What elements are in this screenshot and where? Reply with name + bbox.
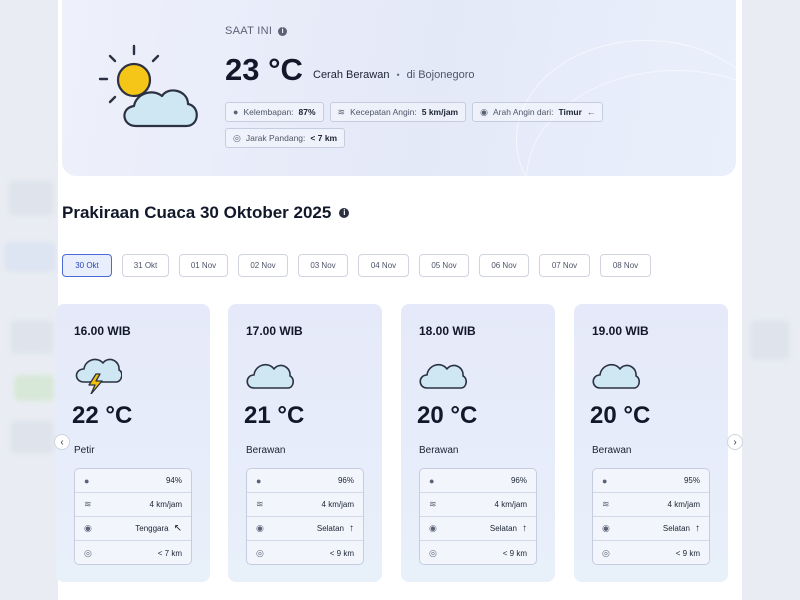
hour-temperature: 22 °C: [72, 402, 133, 429]
wind-icon: ≋: [602, 499, 610, 509]
cloud-icon: [417, 352, 467, 399]
hourly-card: 17.00 WIB 21 °C Berawan ● 96% ≋ 4 km/jam ◉…: [228, 304, 382, 582]
current-temperature: 23 °C: [225, 52, 303, 87]
current-weather-card: SAAT INI i 23 °C Cerah Berawan • di Bojo…: [62, 0, 736, 176]
location-text: di Bojonegoro: [406, 69, 475, 81]
hour-label: 19.00 WIB: [592, 324, 649, 338]
wind-icon: ≋: [429, 499, 437, 509]
wind-arrow-icon: ↑: [349, 523, 354, 534]
compass-icon: ◉: [480, 106, 488, 117]
hour-condition: Petir: [74, 445, 95, 456]
tab-date[interactable]: 03 Nov: [298, 254, 348, 277]
hourly-card: 18.00 WIB 20 °C Berawan ● 96% ≋ 4 km/jam ◉…: [401, 304, 555, 582]
eye-icon: ◎: [256, 547, 264, 558]
eye-icon: ◎: [602, 547, 610, 558]
hour-temperature: 20 °C: [590, 402, 651, 429]
date-tabs: 30 Okt 31 Okt 01 Nov 02 Nov 03 Nov 04 No…: [62, 254, 651, 277]
hourly-card: 19.00 WIB 20 °C Berawan ● 95% ≋ 4 km/jam ◉…: [574, 304, 728, 582]
hour-details: ● 95% ≋ 4 km/jam ◉ Selatan ↑ ◎ < 9 km: [592, 468, 710, 565]
compass-icon: ◉: [256, 523, 264, 533]
eye-icon: ◎: [84, 547, 92, 558]
hour-temperature: 20 °C: [417, 402, 478, 429]
humidity-drop-icon: ●: [256, 475, 262, 486]
background-left: [0, 0, 62, 600]
condition-text: Cerah Berawan: [313, 69, 390, 81]
hour-label: 18.00 WIB: [419, 324, 476, 338]
thunderstorm-icon: [72, 352, 123, 399]
tab-date[interactable]: 08 Nov: [600, 254, 651, 277]
humidity-chip: ● Kelembapan: 87%: [225, 102, 324, 122]
tab-date[interactable]: 01 Nov: [179, 254, 228, 277]
cloud-icon: [590, 352, 640, 399]
tab-date[interactable]: 05 Nov: [419, 254, 469, 277]
current-details: ● Kelembapan: 87% ≋ Kecepatan Angin: 5 k…: [225, 102, 665, 148]
compass-icon: ◉: [429, 523, 437, 533]
carousel-next-button[interactable]: ›: [727, 434, 743, 450]
tab-date[interactable]: 30 Okt: [62, 254, 112, 277]
hour-condition: Berawan: [419, 445, 459, 456]
wind-arrow-icon: ↖: [173, 523, 182, 534]
wind-icon: ≋: [256, 499, 264, 509]
hourly-card: 16.00 WIB 22 °C Petir ● 94% ≋ 4 km/jam ◉ Te…: [56, 304, 210, 582]
hour-label: 17.00 WIB: [246, 324, 303, 338]
forecast-title: Prakiraan Cuaca 30 Oktober 2025 i: [62, 203, 350, 223]
wind-arrow-icon: ←: [586, 107, 596, 117]
cloud-icon: [244, 352, 294, 399]
eye-icon: ◎: [429, 547, 437, 558]
wind-arrow-icon: ↑: [695, 523, 700, 534]
current-condition: Cerah Berawan • di Bojonegoro: [313, 69, 475, 81]
hour-condition: Berawan: [592, 445, 632, 456]
tab-date[interactable]: 04 Nov: [358, 254, 409, 277]
carousel-prev-button[interactable]: ‹: [54, 434, 70, 450]
compass-icon: ◉: [84, 523, 92, 533]
hour-condition: Berawan: [246, 445, 286, 456]
wind-icon: ≋: [84, 499, 92, 509]
tab-date[interactable]: 07 Nov: [539, 254, 590, 277]
hour-details: ● 94% ≋ 4 km/jam ◉ Tenggara ↖ ◎ < 7 km: [74, 468, 192, 565]
wind-speed-chip: ≋ Kecepatan Angin: 5 km/jam: [329, 102, 467, 122]
humidity-drop-icon: ●: [429, 475, 435, 486]
compass-icon: ◉: [602, 523, 610, 533]
wind-arrow-icon: ↑: [522, 523, 527, 534]
weather-page: SAAT INI i 23 °C Cerah Berawan • di Bojo…: [54, 0, 743, 600]
current-label: SAAT INI i: [225, 25, 288, 37]
hour-details: ● 96% ≋ 4 km/jam ◉ Selatan ↑ ◎ < 9 km: [419, 468, 537, 565]
humidity-drop-icon: ●: [233, 107, 239, 117]
eye-icon: ◎: [233, 132, 241, 143]
tab-date[interactable]: 31 Okt: [122, 254, 169, 277]
hour-temperature: 21 °C: [244, 402, 305, 429]
info-icon[interactable]: i: [278, 26, 288, 36]
hour-details: ● 96% ≋ 4 km/jam ◉ Selatan ↑ ◎ < 9 km: [246, 468, 364, 565]
humidity-drop-icon: ●: [602, 475, 608, 486]
tab-date[interactable]: 02 Nov: [238, 254, 288, 277]
info-icon[interactable]: i: [339, 208, 350, 218]
sun-cloud-icon: [96, 44, 200, 135]
tab-date[interactable]: 06 Nov: [479, 254, 529, 277]
wind-icon: ≋: [337, 106, 346, 117]
background-right: [742, 0, 800, 600]
wind-direction-chip: ◉ Arah Angin dari: Timur ←: [472, 102, 604, 122]
hour-label: 16.00 WIB: [74, 324, 131, 338]
visibility-chip: ◎ Jarak Pandang: < 7 km: [225, 128, 346, 148]
humidity-drop-icon: ●: [84, 475, 90, 486]
